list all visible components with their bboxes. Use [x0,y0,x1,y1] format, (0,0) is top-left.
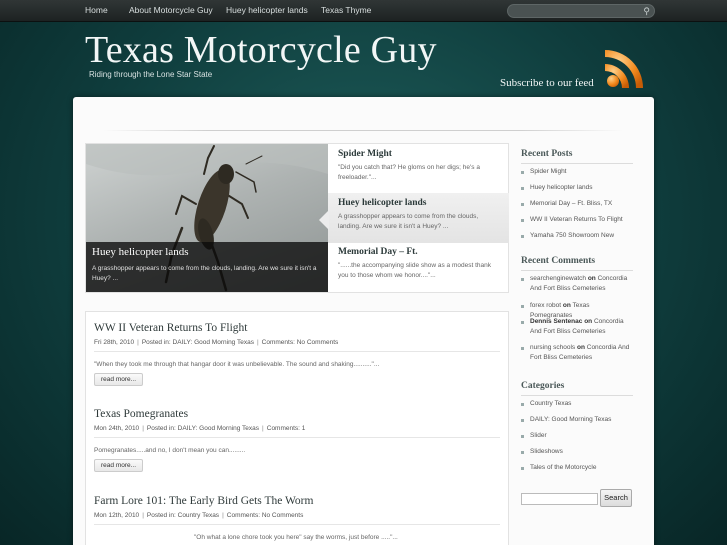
comment-on-label: on [562,302,571,309]
post-meta: Fri 28th, 2010 | Posted in: DAILY: Good Mo… [94,339,500,352]
category-link[interactable]: DAILY: Good Morning Texas [521,415,633,425]
category-link[interactable]: Slider [521,431,633,441]
slider-caption-text: A grasshopper appears to come from the c… [92,265,317,282]
recent-post-link[interactable]: Memorial Day – Ft. Bliss, TX [521,199,633,209]
widget-title-recent-posts: Recent Posts [521,149,573,159]
nav-item-about[interactable]: About Motorcycle Guy [129,5,213,15]
post-title[interactable]: WW II Veteran Returns To Flight [94,322,502,334]
recent-comment-item: searchenginewatch on Concordia And Fort … [521,274,633,295]
top-nav-bar: Home About Motorcycle Guy Huey helicopte… [0,0,727,22]
recent-comment-item: Dennis Sentenac on Concordia And Fort Bl… [521,317,633,338]
recent-comment-item: nursing schools on Concordia And Fort Bl… [521,343,633,364]
post-meta: Mon 24th, 2010 | Posted in: DAILY: Good Mo… [94,425,500,438]
slider-item-text: "Did you catch that? He gloms on her dig… [338,164,480,181]
search-icon[interactable]: ⚲ [643,6,650,17]
slider-item-huey[interactable]: Huey helicopter lands A grasshopper appe… [328,193,509,243]
comment-author-link[interactable]: nursing schools [530,344,575,351]
post-entry: WW II Veteran Returns To Flight Fri 28th… [94,322,502,386]
subscribe-link[interactable]: Subscribe to our feed [500,77,594,89]
category-link[interactable]: Tales of the Motorcycle [521,463,633,473]
post-category-prefix: Posted in: [146,425,176,432]
post-excerpt: Pomegranates.....and no, I don't mean yo… [94,447,246,454]
featured-image[interactable]: Huey helicopter lands A grasshopper appe… [86,144,328,292]
comment-on-label: on [587,275,596,282]
category-link[interactable]: Country Texas [521,399,633,409]
comment-author-link[interactable]: searchenginewatch [530,275,586,282]
site-tagline: Riding through the Lone Star State [89,70,213,79]
post-category-prefix: Posted in: [146,512,176,519]
recent-post-link[interactable]: Spider Might [521,167,633,177]
comment-on-label: on [584,318,593,325]
nav-item-texas-thyme[interactable]: Texas Thyme [321,5,371,15]
recent-post-label[interactable]: Spider Might [530,168,567,175]
post-comments-link[interactable]: No Comments [262,512,304,519]
recent-post-label[interactable]: Memorial Day – Ft. Bliss, TX [530,200,612,207]
post-date: Mon 24th, 2010 [94,425,140,432]
widget-title-recent-comments: Recent Comments [521,256,596,266]
comment-author-link[interactable]: Dennis Sentenac [530,318,582,325]
post-list: WW II Veteran Returns To Flight Fri 28th… [85,311,509,545]
widget-title-categories: Categories [521,381,565,391]
post-date: Fri 28th, 2010 [94,339,135,346]
slider-item-memorial-day[interactable]: Memorial Day – Ft. "......the accompanyi… [328,242,509,292]
top-search-input[interactable]: ⚲ [507,4,655,18]
comment-on-label: on [576,344,585,351]
read-more-button[interactable]: read more... [94,373,144,386]
category-label[interactable]: Slideshows [530,448,563,455]
post-category-prefix: Posted in: [141,339,171,346]
post-title[interactable]: Farm Lore 101: The Early Bird Gets The W… [94,495,502,507]
recent-post-link[interactable]: Huey helicopter lands [521,183,633,193]
category-label[interactable]: Country Texas [530,400,571,407]
post-comments-prefix: Comments: [226,512,260,519]
recent-post-link[interactable]: Yamaha 750 Showroom New [521,231,633,241]
rss-feed-icon[interactable] [601,46,647,92]
recent-post-label[interactable]: Yamaha 750 Showroom New [530,232,614,239]
slider-caption-title[interactable]: Huey helicopter lands [92,246,322,258]
post-category-link[interactable]: DAILY: Good Morning Texas [178,425,259,432]
post-comments-prefix: Comments: [266,425,300,432]
post-meta: Mon 12th, 2010 | Posted in: Country Texas |… [94,512,500,525]
post-comments-link[interactable]: 1 [302,425,306,432]
slider-caption: Huey helicopter lands A grasshopper appe… [86,242,328,292]
post-entry: Farm Lore 101: The Early Bird Gets The W… [94,495,502,541]
slider-item-text: "......the accompanying slide show as a … [338,262,491,279]
post-category-link[interactable]: Country Texas [178,512,219,519]
recent-post-label[interactable]: WW II Veteran Returns To Flight [530,216,623,223]
recent-post-link[interactable]: WW II Veteran Returns To Flight [521,215,633,225]
post-date: Mon 12th, 2010 [94,512,140,519]
site-title[interactable]: Texas Motorcycle Guy [85,28,437,72]
category-label[interactable]: Slider [530,432,547,439]
content-container: Huey helicopter lands A grasshopper appe… [73,97,654,545]
category-label[interactable]: DAILY: Good Morning Texas [530,416,611,423]
category-label[interactable]: Tales of the Motorcycle [530,464,596,471]
post-comments-link[interactable]: No Comments [297,339,339,346]
divider [103,130,623,131]
category-link[interactable]: Slideshows [521,447,633,457]
comment-author-link[interactable]: forex robot [530,302,561,309]
recent-post-label[interactable]: Huey helicopter lands [530,184,593,191]
slider-item-title[interactable]: Memorial Day – Ft. [338,247,499,257]
divider [521,270,633,271]
read-more-button[interactable]: read more... [94,459,144,472]
post-title[interactable]: Texas Pomegranates [94,408,502,420]
slider-item-text: A grasshopper appears to come from the c… [338,213,479,230]
divider [521,395,633,396]
post-entry: Texas Pomegranates Mon 24th, 2010 | Posted… [94,408,502,472]
post-category-link[interactable]: DAILY: Good Morning Texas [173,339,254,346]
slider-item-title[interactable]: Huey helicopter lands [338,198,499,208]
post-comments-prefix: Comments: [261,339,295,346]
sidebar-search-button[interactable]: Search [600,489,632,507]
divider [521,163,633,164]
sidebar-search-input[interactable] [521,493,598,505]
post-excerpt: "Oh what a lone chore took you here" say… [194,534,398,541]
slider-item-title[interactable]: Spider Might [338,149,499,159]
featured-slider: Huey helicopter lands A grasshopper appe… [85,143,509,293]
active-slide-pointer [319,210,329,230]
nav-item-home[interactable]: Home [85,5,108,15]
post-excerpt: "When they took me through that hangar d… [94,361,380,368]
slider-item-spider-might[interactable]: Spider Might "Did you catch that? He glo… [328,144,509,194]
nav-item-huey[interactable]: Huey helicopter lands [226,5,308,15]
